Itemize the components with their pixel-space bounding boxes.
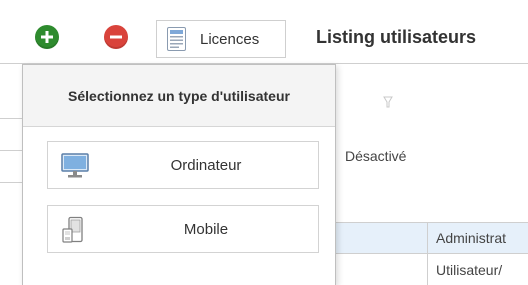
plus-circle-icon: [41, 31, 53, 43]
user-listing-screen: Licences Listing utilisateurs Désactivé …: [0, 0, 528, 285]
minus-circle-icon: [110, 35, 122, 39]
mobile-phone-icon: [60, 216, 90, 244]
option-mobile-label: Mobile: [183, 220, 229, 238]
option-mobile[interactable]: Mobile: [47, 205, 319, 253]
user-type-popup: Sélectionnez un type d'utilisateur Ordin…: [22, 64, 336, 285]
monitor-icon: [60, 152, 90, 180]
popup-title: Sélectionnez un type d'utilisateur: [68, 87, 290, 104]
filter-icon: [383, 96, 393, 108]
table-cell-role: Utilisateur/: [436, 262, 503, 278]
add-button[interactable]: [35, 25, 59, 49]
popup-header: Sélectionnez un type d'utilisateur: [23, 65, 335, 127]
option-computer[interactable]: Ordinateur: [47, 141, 319, 189]
background-left-edge: [0, 64, 22, 285]
document-icon: [167, 27, 186, 51]
status-filter-label: Désactivé: [345, 148, 407, 164]
table-cell-role: Administrat: [436, 230, 507, 246]
page-title: Listing utilisateurs: [316, 27, 477, 47]
remove-button[interactable]: [104, 25, 128, 49]
column-divider: [427, 222, 428, 285]
licences-button[interactable]: Licences: [156, 20, 286, 58]
toolbar: Licences Listing utilisateurs: [0, 0, 528, 64]
option-computer-label: Ordinateur: [170, 156, 242, 174]
licences-label: Licences: [200, 30, 260, 48]
